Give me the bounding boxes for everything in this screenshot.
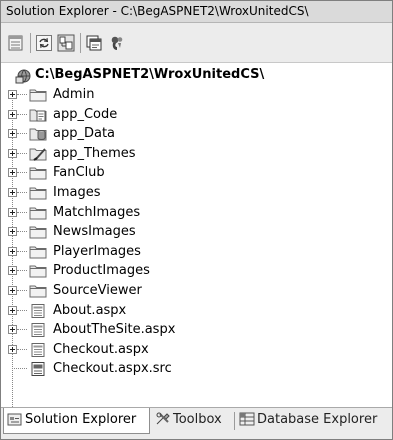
tree-item[interactable]: AboutTheSite.aspx bbox=[1, 321, 381, 340]
tab-separator bbox=[234, 412, 235, 430]
aspx-file-icon bbox=[29, 342, 47, 357]
tree-item[interactable]: SourceViewer bbox=[1, 282, 381, 301]
properties-icon[interactable] bbox=[7, 34, 25, 52]
expand-icon[interactable] bbox=[8, 188, 17, 197]
tree-item-label: app_Themes bbox=[53, 145, 136, 161]
tree-item-label: Images bbox=[53, 185, 101, 200]
expand-icon[interactable] bbox=[8, 90, 17, 99]
folder-icon bbox=[29, 245, 47, 259]
themes-folder-icon bbox=[29, 147, 47, 161]
tree-item-label: SourceViewer bbox=[53, 283, 142, 298]
tree-root-node[interactable]: C:\BegASPNET2\WroxUnitedCS\ bbox=[1, 66, 381, 85]
expand-icon[interactable] bbox=[8, 207, 17, 217]
tree-item-label: MatchImages bbox=[53, 204, 141, 220]
expand-icon[interactable] bbox=[8, 344, 17, 354]
folder-icon bbox=[29, 166, 47, 180]
tree-connector-line bbox=[17, 270, 27, 272]
tree-item-label: Checkout.aspx bbox=[53, 341, 149, 357]
tree-item[interactable]: MatchImages bbox=[1, 204, 381, 223]
tree-item-label: Admin bbox=[53, 87, 95, 102]
tree-connector-line bbox=[17, 113, 27, 115]
database-explorer-icon bbox=[239, 412, 255, 426]
solution-explorer-icon bbox=[7, 413, 22, 426]
folder-icon bbox=[29, 284, 47, 298]
tree-item[interactable]: About.aspx bbox=[1, 302, 381, 321]
folder-icon bbox=[29, 88, 47, 102]
tool-window-tab-strip: Solution Explorer Toolbox Database Explo… bbox=[1, 407, 392, 439]
code-folder-icon bbox=[29, 108, 47, 122]
aspx-file-icon bbox=[29, 303, 47, 318]
tree-connector-line bbox=[17, 309, 27, 311]
tree-connector-line bbox=[17, 211, 27, 213]
tree-item[interactable]: ProductImages bbox=[1, 262, 381, 281]
tree-connector-line bbox=[17, 192, 27, 193]
refresh-icon[interactable] bbox=[35, 34, 53, 52]
tree-connector-line bbox=[17, 231, 27, 233]
tree-connector-line bbox=[17, 133, 27, 135]
expand-icon[interactable] bbox=[8, 286, 17, 295]
tree-root-label: C:\BegASPNET2\WroxUnitedCS\ bbox=[35, 67, 265, 82]
expand-icon[interactable] bbox=[8, 168, 17, 178]
expand-icon[interactable] bbox=[8, 266, 17, 276]
tree-item[interactable]: Admin bbox=[1, 86, 381, 105]
tree-connector-line bbox=[17, 348, 27, 350]
tree-item[interactable]: app_Themes bbox=[1, 145, 381, 164]
toolbar-separator bbox=[30, 33, 31, 53]
window-title: Solution Explorer - C:\BegASPNET2\WroxUn… bbox=[1, 1, 392, 23]
expand-icon[interactable] bbox=[8, 246, 17, 256]
tree-item-label: NewsImages bbox=[53, 224, 136, 240]
tree-connector-line bbox=[12, 368, 27, 370]
expand-icon[interactable] bbox=[8, 109, 17, 119]
tree-connector-line bbox=[17, 250, 27, 252]
toolbox-icon bbox=[156, 412, 170, 425]
data-folder-icon bbox=[29, 127, 47, 141]
tab-solution-explorer-label: Solution Explorer bbox=[25, 412, 137, 427]
src-file-icon bbox=[29, 362, 47, 377]
toolbar-separator bbox=[80, 33, 81, 53]
tree-item[interactable]: PlayerImages bbox=[1, 243, 381, 262]
tree-connector-line bbox=[17, 152, 27, 154]
tree-item[interactable]: Checkout.aspx bbox=[1, 341, 381, 360]
tree-item-label: app_Code bbox=[53, 106, 118, 122]
aspx-file-icon bbox=[29, 323, 47, 338]
tab-database-explorer[interactable]: Database Explorer bbox=[236, 408, 386, 434]
tree-item-label: Checkout.aspx.src bbox=[53, 361, 172, 377]
tree-item[interactable]: Checkout.aspx.src bbox=[1, 360, 381, 379]
view-code-icon[interactable] bbox=[85, 34, 103, 52]
expand-icon[interactable] bbox=[8, 148, 17, 158]
folder-icon bbox=[29, 206, 47, 220]
web-site-project-icon bbox=[15, 68, 33, 84]
tree-item[interactable]: Images bbox=[1, 184, 381, 203]
tab-toolbox-label: Toolbox bbox=[173, 412, 222, 427]
folder-icon bbox=[29, 225, 47, 239]
tree-connector-line bbox=[17, 172, 27, 174]
tree-item[interactable]: app_Data bbox=[1, 125, 381, 144]
toolbar bbox=[1, 23, 392, 63]
tree-item-label: ProductImages bbox=[53, 263, 150, 279]
solution-explorer-window: Solution Explorer - C:\BegASPNET2\WroxUn… bbox=[0, 0, 393, 440]
tree-item[interactable]: NewsImages bbox=[1, 223, 381, 242]
tree-item-label: app_Data bbox=[53, 126, 116, 142]
expand-icon[interactable] bbox=[8, 305, 17, 315]
expand-icon[interactable] bbox=[8, 227, 17, 237]
tree-item[interactable]: app_Code bbox=[1, 106, 381, 125]
tree-connector-line bbox=[17, 94, 27, 95]
tree-item-label: FanClub bbox=[53, 165, 105, 181]
nest-related-files-icon[interactable] bbox=[57, 34, 75, 52]
tree-item-label: AboutTheSite.aspx bbox=[53, 322, 176, 338]
tab-database-explorer-label: Database Explorer bbox=[257, 412, 378, 427]
tree-connector-line bbox=[17, 329, 27, 331]
tree-item-label: PlayerImages bbox=[53, 243, 141, 259]
tree-connector-line bbox=[17, 290, 27, 291]
tab-toolbox[interactable]: Toolbox bbox=[152, 408, 232, 434]
tab-solution-explorer[interactable]: Solution Explorer bbox=[3, 408, 150, 434]
folder-icon bbox=[29, 264, 47, 278]
solution-tree: C:\BegASPNET2\WroxUnitedCS\ Admin app_Cod… bbox=[1, 63, 392, 407]
tree-item[interactable]: FanClub bbox=[1, 164, 381, 183]
folder-icon bbox=[29, 186, 47, 200]
expand-icon[interactable] bbox=[8, 325, 17, 335]
tree-item-label: About.aspx bbox=[53, 302, 127, 318]
expand-icon[interactable] bbox=[8, 129, 17, 139]
copy-web-site-icon[interactable] bbox=[108, 34, 126, 52]
